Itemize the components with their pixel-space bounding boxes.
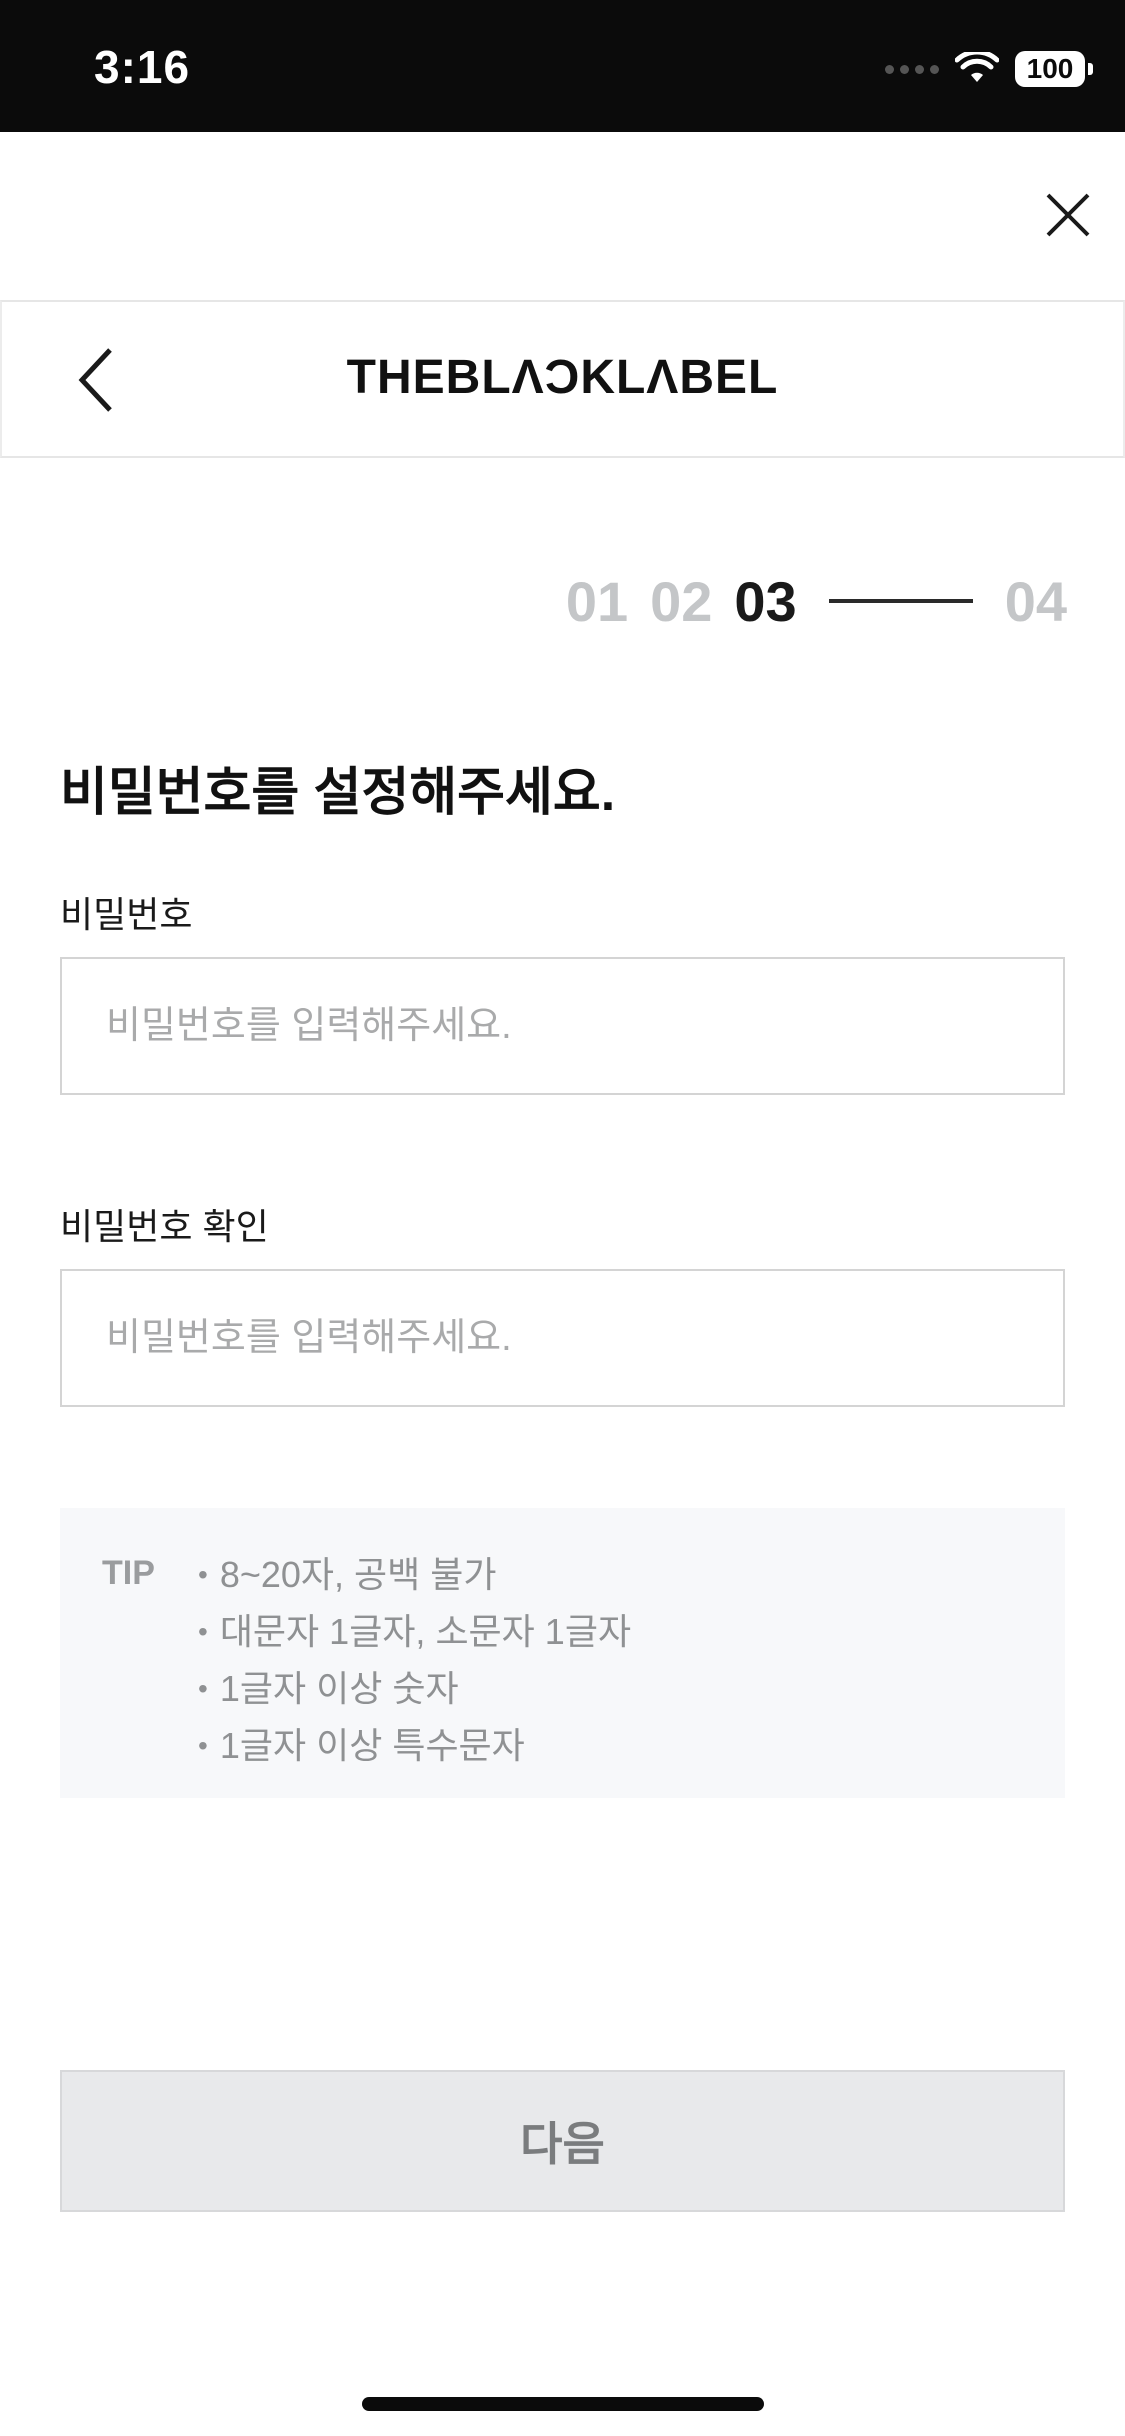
step-03-active: 03 xyxy=(734,569,797,633)
step-04: 04 xyxy=(1004,569,1067,633)
status-icons: 100 xyxy=(885,46,1093,92)
tip-box: TIP 8~20자, 공백 불가 대문자 1글자, 소문자 1글자 1글자 이상… xyxy=(60,1508,1065,1798)
tip-label: TIP xyxy=(102,1554,155,1592)
brand-logo: THEBLΛƆKLΛBEL xyxy=(346,351,779,404)
battery-icon: 100 xyxy=(1015,51,1093,87)
step-01: 01 xyxy=(565,569,629,633)
close-icon[interactable] xyxy=(1033,180,1103,250)
tip-list: 8~20자, 공백 불가 대문자 1글자, 소문자 1글자 1글자 이상 숫자 … xyxy=(198,1548,631,1776)
tip-item: 8~20자, 공백 불가 xyxy=(198,1548,631,1605)
status-time: 3:16 xyxy=(94,41,191,93)
tip-item: 1글자 이상 숫자 xyxy=(198,1662,631,1719)
step-02: 02 xyxy=(650,569,713,633)
home-indicator xyxy=(362,2397,764,2411)
tip-item: 대문자 1글자, 소문자 1글자 xyxy=(198,1605,631,1662)
password-confirm-input[interactable] xyxy=(60,1269,1065,1407)
step-progress-line xyxy=(828,599,973,603)
password-input[interactable] xyxy=(60,957,1065,1095)
signal-dots-icon xyxy=(885,64,939,74)
modal-top-bar xyxy=(0,132,1125,300)
password-confirm-label: 비밀번호 확인 xyxy=(60,1206,269,1247)
page-title: 비밀번호를 설정해주세요. xyxy=(60,764,616,822)
step-indicator: 01 02 03 04 xyxy=(544,566,1067,636)
next-button[interactable]: 다음 xyxy=(60,2070,1065,2212)
password-label: 비밀번호 xyxy=(60,894,193,935)
header: THEBLΛƆKLΛBEL xyxy=(0,300,1125,458)
tip-item: 1글자 이상 특수문자 xyxy=(198,1719,631,1776)
wifi-icon xyxy=(955,52,999,82)
status-bar: 3:16 100 xyxy=(0,0,1125,132)
screen: 3:16 100 THEBLΛƆKLΛBEL 01 02 03 04 비밀번호를… xyxy=(0,0,1125,2436)
